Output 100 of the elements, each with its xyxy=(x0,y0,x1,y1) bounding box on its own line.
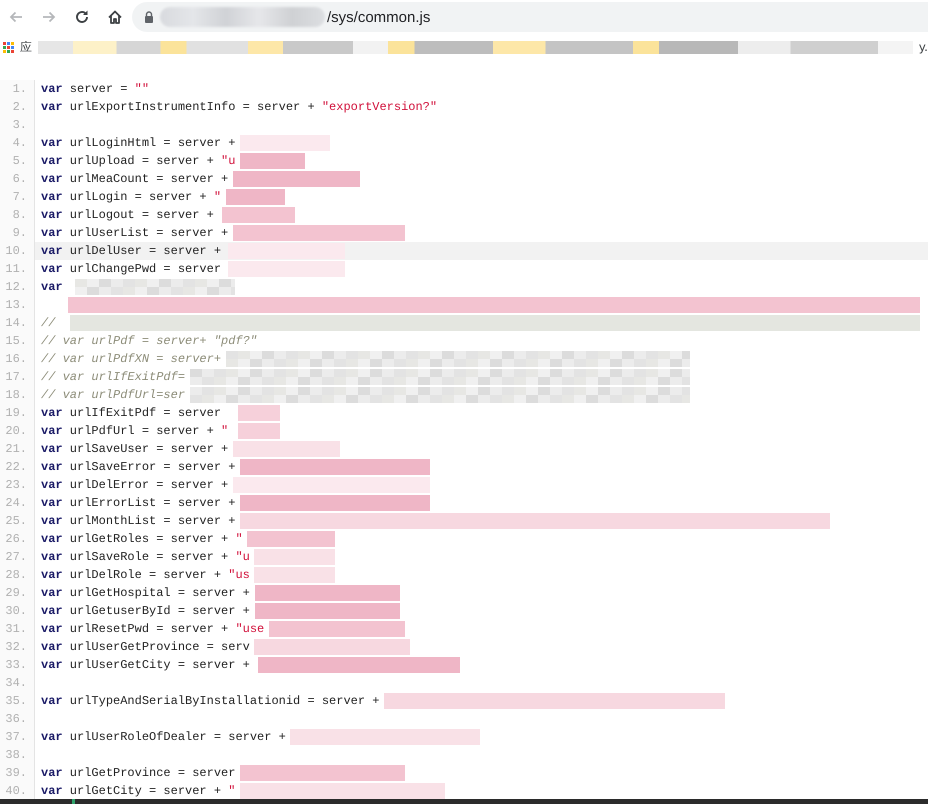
line-number: 9. xyxy=(0,224,35,242)
keyword: var xyxy=(41,172,63,186)
line-number: 36. xyxy=(0,710,35,728)
code-text: urlGetHospital = server + xyxy=(68,586,250,600)
code-text: urlSaveError = server + xyxy=(68,460,236,474)
code-text: urlLoginHtml = server + xyxy=(68,136,236,150)
keyword: var xyxy=(41,226,63,240)
code-text: urlSaveUser = server + xyxy=(68,442,228,456)
keyword: var xyxy=(41,586,63,600)
bookmark-label[interactable]: 应 xyxy=(20,38,32,56)
line-number: 22. xyxy=(0,458,35,476)
string-literal: "u xyxy=(235,550,250,564)
line-number: 27. xyxy=(0,548,35,566)
line-number: 20. xyxy=(0,422,35,440)
line-number: 40. xyxy=(0,782,35,800)
line-number: 23. xyxy=(0,476,35,494)
keyword: var xyxy=(41,784,63,798)
bookmark-label[interactable]: y. xyxy=(918,40,928,54)
line-number: 31. xyxy=(0,620,35,638)
line-number: 18. xyxy=(0,386,35,404)
keyword: var xyxy=(41,208,63,222)
apps-grid-icon[interactable] xyxy=(3,42,14,52)
code-text: urlGetProvince = server xyxy=(68,766,236,780)
keyword: var xyxy=(41,82,63,96)
line-number: 12. xyxy=(0,278,35,296)
lock-icon xyxy=(144,11,154,23)
task-marker xyxy=(72,799,75,804)
code-comment: // var urlPdfXN = server+ xyxy=(41,352,222,366)
keyword: var xyxy=(41,442,63,456)
keyword: var xyxy=(41,568,63,582)
code-text: urlMeaCount = server + xyxy=(68,172,228,186)
line-number: 38. xyxy=(0,746,35,764)
code-text: urlExportInstrumentInfo = server + xyxy=(68,100,316,114)
code-text: urlTypeAndSerialByInstallationid = server + xyxy=(68,694,380,708)
line-number: 11. xyxy=(0,260,35,278)
code-text: urlUpload = server + xyxy=(68,154,215,168)
code-text: urlChangePwd = server xyxy=(68,262,222,276)
line-number: 8. xyxy=(0,206,35,224)
code-text: urlGetRoles = server + xyxy=(68,532,230,546)
keyword: var xyxy=(41,460,63,474)
line-number: 5. xyxy=(0,152,35,170)
line-number: 3. xyxy=(0,116,35,134)
code-text: urlPdfUrl = server + xyxy=(68,424,215,438)
line-number: 37. xyxy=(0,728,35,746)
keyword: var xyxy=(41,730,63,744)
keyword: var xyxy=(41,514,63,528)
code-text: urlGetCity = server + xyxy=(68,784,222,798)
string-literal: "u xyxy=(221,154,236,168)
keyword: var xyxy=(41,550,63,564)
string-literal: " xyxy=(228,784,236,798)
code-text: urlSaveRole = server + xyxy=(68,550,230,564)
code-text: urlUserRoleOfDealer = server + xyxy=(68,730,286,744)
keyword: var xyxy=(41,424,63,438)
code-text: urlUserList = server + xyxy=(68,226,228,240)
line-number: 30. xyxy=(0,602,35,620)
keyword: var xyxy=(41,100,63,114)
line-number: 32. xyxy=(0,638,35,656)
keyword: var xyxy=(41,766,63,780)
keyword: var xyxy=(41,694,63,708)
keyword: var xyxy=(41,604,63,618)
code-text: urlLogin = server + xyxy=(68,190,208,204)
keyword: var xyxy=(41,244,63,258)
keyword: var xyxy=(41,658,63,672)
line-number: 10. xyxy=(0,242,35,260)
keyword: var xyxy=(41,496,63,510)
code-text: urlDelUser = server + xyxy=(68,244,222,258)
line-number: 21. xyxy=(0,440,35,458)
line-number: 13. xyxy=(0,296,35,314)
string-literal: " xyxy=(221,424,228,438)
line-number: 29. xyxy=(0,584,35,602)
line-number: 28. xyxy=(0,566,35,584)
line-number: 39. xyxy=(0,764,35,782)
keyword: var xyxy=(41,154,63,168)
string-literal: "" xyxy=(134,82,150,96)
line-number: 33. xyxy=(0,656,35,674)
code-comment: // var urlPdf = server+ "pdf?" xyxy=(41,334,258,348)
code-text: urlDelError = server + xyxy=(68,478,228,492)
line-number: 14. xyxy=(0,314,35,332)
line-number: 7. xyxy=(0,188,35,206)
code-text: urlUserGetCity = server + xyxy=(68,658,250,672)
code-text: urlDelRole = server + xyxy=(68,568,222,582)
code-comment: // xyxy=(41,316,56,330)
keyword: var xyxy=(41,640,63,654)
code-text: server = xyxy=(68,82,128,96)
string-literal: "us xyxy=(228,568,250,582)
code-comment: // var urlPdfUrl=ser xyxy=(41,388,186,402)
url-path: /sys/common.js xyxy=(327,8,430,26)
code-text: urlIfExitPdf = server xyxy=(68,406,222,420)
line-number: 26. xyxy=(0,530,35,548)
keyword: var xyxy=(41,532,63,546)
code-text: urlGetuserById = server + xyxy=(68,604,250,618)
line-number: 15. xyxy=(0,332,35,350)
keyword: var xyxy=(41,262,63,276)
line-number: 6. xyxy=(0,170,35,188)
keyword: var xyxy=(41,190,63,204)
line-number: 16. xyxy=(0,350,35,368)
line-number: 35. xyxy=(0,692,35,710)
address-bar[interactable]: /sys/common.js xyxy=(132,2,928,32)
code-text: urlLogout = server + xyxy=(68,208,214,222)
code-text: urlErrorList = server + xyxy=(68,496,236,510)
